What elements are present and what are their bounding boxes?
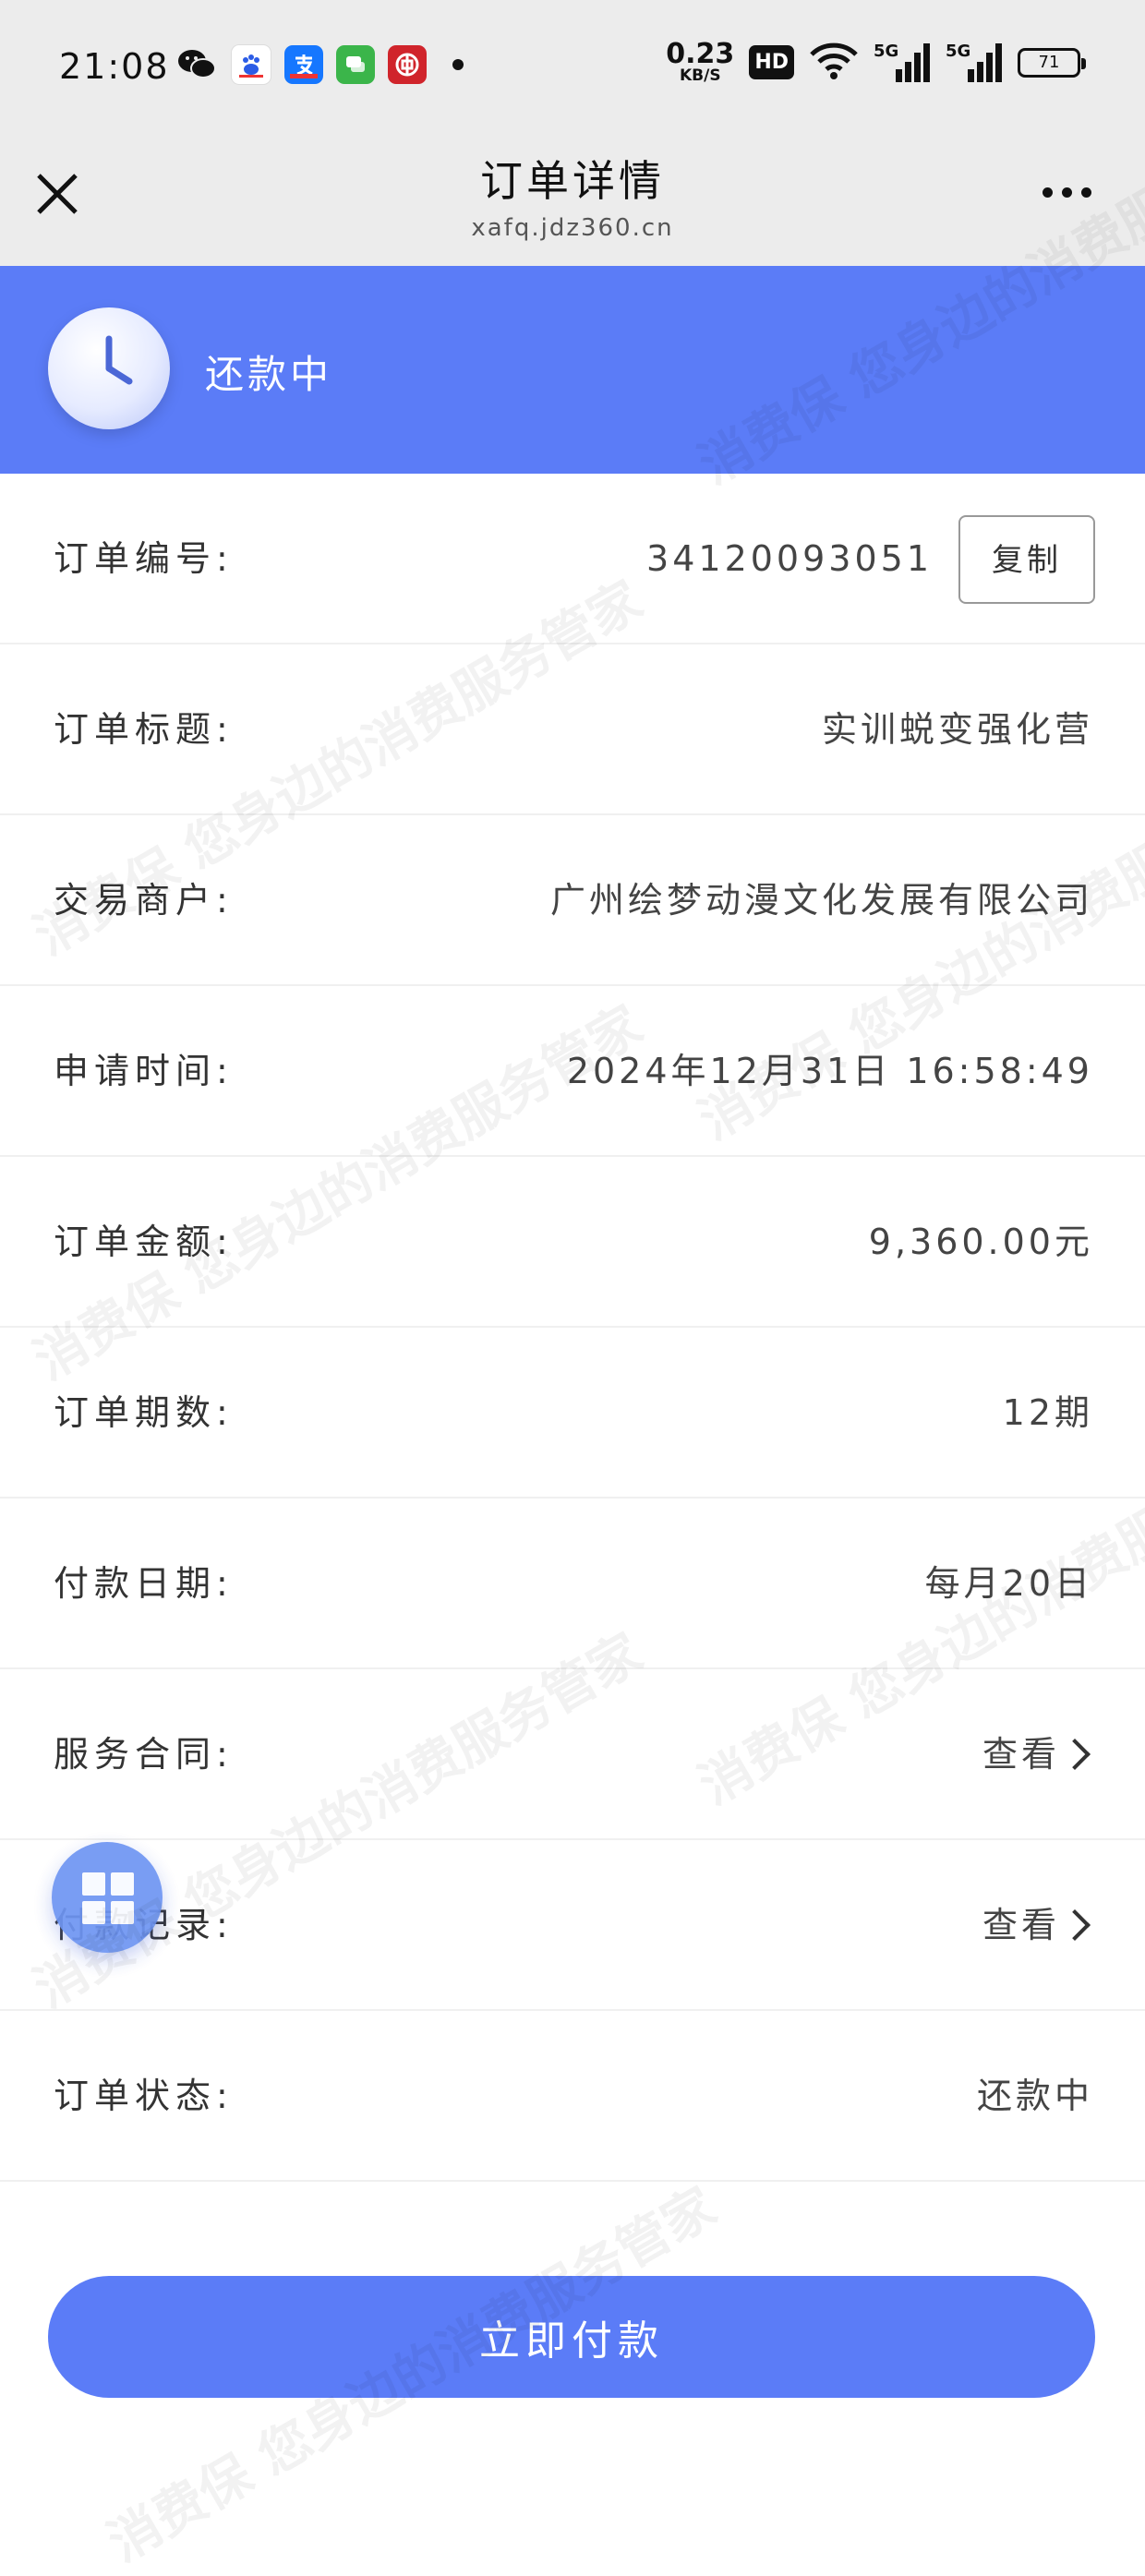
status-time: 21:08 bbox=[59, 46, 170, 87]
battery-icon: 71 bbox=[1018, 47, 1086, 78]
chevron-right-icon bbox=[1059, 1909, 1091, 1941]
bank-icon bbox=[388, 45, 427, 84]
notification-icons bbox=[175, 44, 464, 85]
view-label: 查看 bbox=[982, 1734, 1060, 1775]
pay-now-button[interactable]: 立即付款 bbox=[48, 2276, 1095, 2398]
baidu-icon bbox=[231, 44, 271, 85]
row-label: 订单金额: bbox=[54, 1222, 234, 1262]
clock-icon bbox=[48, 307, 170, 429]
row-order-title: 订单标题: 实训蜕变强化营 bbox=[0, 644, 1145, 815]
row-label: 服务合同: bbox=[54, 1734, 234, 1775]
row-installments: 订单期数: 12期 bbox=[0, 1328, 1145, 1499]
signal-5g-icon-2: 5G bbox=[946, 42, 1003, 84]
row-payment-date: 付款日期: 每月20日 bbox=[0, 1499, 1145, 1669]
grid-icon bbox=[82, 1872, 134, 1924]
row-label: 订单编号: bbox=[54, 538, 234, 579]
page-title: 订单详情 bbox=[480, 156, 665, 206]
signal-5g-icon: 5G bbox=[874, 42, 931, 84]
wechat-icon bbox=[175, 45, 218, 84]
view-contract-link[interactable]: 查看 bbox=[982, 1669, 1093, 1839]
row-apply-time: 申请时间: 2024年12月31日 16:58:49 bbox=[0, 986, 1145, 1157]
installments: 12期 bbox=[1002, 1392, 1093, 1433]
row-label: 订单状态: bbox=[54, 2076, 234, 2116]
floating-menu-button[interactable] bbox=[52, 1842, 163, 1953]
order-title: 实训蜕变强化营 bbox=[821, 709, 1093, 750]
view-records-link[interactable]: 查看 bbox=[982, 1840, 1093, 2010]
chevron-right-icon bbox=[1059, 1739, 1091, 1770]
row-label: 订单标题: bbox=[54, 709, 234, 750]
alipay-icon bbox=[284, 45, 323, 84]
status-bar: 21:08 0.23 KB/S HD 5G 5G 71 bbox=[0, 0, 1145, 138]
order-status-title: 还款中 bbox=[205, 352, 333, 397]
row-order-amount: 订单金额: 9,360.00元 bbox=[0, 1157, 1145, 1328]
order-number: 34120093051 bbox=[646, 538, 933, 579]
page-url: xafq.jdz360.cn bbox=[471, 214, 674, 242]
row-label: 交易商户: bbox=[54, 880, 234, 921]
row-label: 订单期数: bbox=[54, 1392, 234, 1433]
wifi-icon bbox=[809, 42, 859, 83]
row-order-status: 订单状态: 还款中 bbox=[0, 2011, 1145, 2182]
messages-icon bbox=[336, 45, 375, 84]
row-service-contract[interactable]: 服务合同: 查看 bbox=[0, 1669, 1145, 1840]
order-amount: 9,360.00元 bbox=[868, 1222, 1093, 1262]
row-order-number: 订单编号: 34120093051 复制 bbox=[0, 474, 1145, 644]
copy-button[interactable]: 复制 bbox=[958, 515, 1095, 604]
payment-date: 每月20日 bbox=[924, 1563, 1093, 1604]
row-label: 付款日期: bbox=[54, 1563, 234, 1604]
order-details: 订单编号: 34120093051 复制 订单标题: 实训蜕变强化营 交易商户:… bbox=[0, 474, 1145, 2182]
status-banner bbox=[0, 266, 1145, 474]
hd-badge: HD bbox=[749, 45, 794, 79]
order-status: 还款中 bbox=[976, 2076, 1093, 2116]
row-merchant: 交易商户: 广州绘梦动漫文化发展有限公司 bbox=[0, 815, 1145, 986]
row-payment-records[interactable]: 付款记录: 查看 bbox=[0, 1840, 1145, 2011]
apply-time: 2024年12月31日 16:58:49 bbox=[566, 1051, 1093, 1091]
more-notifications-dot bbox=[452, 59, 464, 70]
network-speed: 0.23 KB/S bbox=[666, 38, 735, 85]
merchant-name: 广州绘梦动漫文化发展有限公司 bbox=[549, 880, 1093, 921]
row-label: 申请时间: bbox=[54, 1051, 234, 1091]
view-label: 查看 bbox=[982, 1905, 1060, 1945]
status-right: 0.23 KB/S HD 5G 5G 71 bbox=[666, 38, 1086, 85]
more-icon[interactable] bbox=[1043, 187, 1091, 198]
